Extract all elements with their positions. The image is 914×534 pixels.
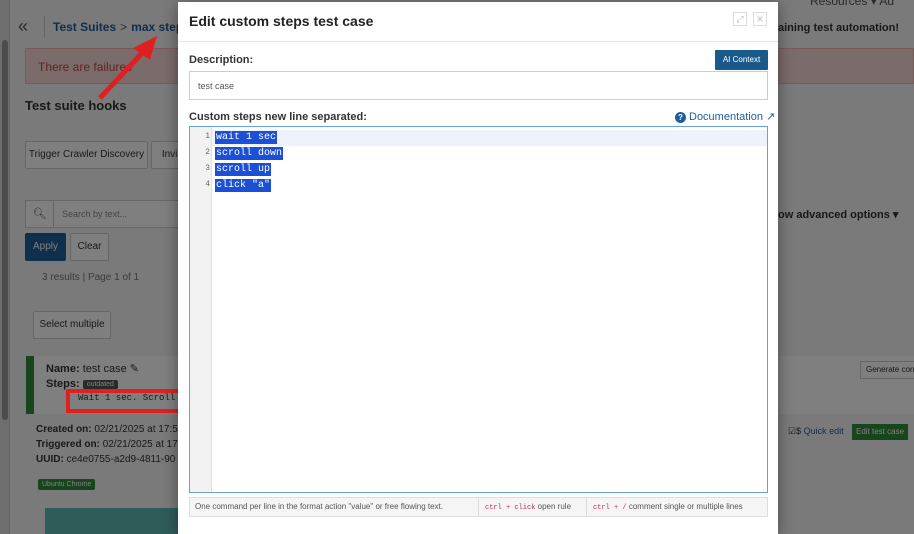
custom-steps-label: Custom steps new line separated: (189, 111, 367, 123)
active-line (212, 130, 767, 146)
hint-ctrl-click: ctrl + click open rule (485, 502, 572, 512)
line-number: 3 (205, 164, 210, 173)
line-number: 2 (205, 148, 210, 157)
close-icon[interactable]: ✕ (753, 12, 767, 26)
documentation-link[interactable]: ? Documentation ↗ (675, 110, 775, 123)
edit-custom-steps-modal: Edit custom steps test case ⤢ ✕ Descript… (178, 2, 778, 534)
external-link-icon: ↗ (766, 111, 776, 123)
description-label: Description: (189, 54, 254, 66)
help-icon: ? (675, 111, 686, 123)
ai-context-button[interactable]: AI Context (715, 50, 768, 70)
editor-hint-bar: One command per line in the format actio… (189, 497, 768, 517)
code-line[interactable]: wait 1 sec (215, 131, 278, 144)
line-gutter: 1 2 3 4 (190, 127, 212, 492)
code-line[interactable]: scroll up (215, 163, 272, 176)
code-line[interactable]: scroll down (215, 147, 284, 160)
steps-editor[interactable]: 1 2 3 4 wait 1 sec scroll down scroll up… (189, 126, 768, 493)
description-input[interactable]: test case (189, 71, 768, 100)
hint-text: One command per line in the format actio… (195, 502, 444, 511)
line-number: 4 (205, 180, 210, 189)
expand-icon[interactable]: ⤢ (733, 12, 747, 26)
modal-header: Edit custom steps test case ⤢ ✕ (178, 2, 778, 42)
modal-title: Edit custom steps test case (189, 13, 374, 29)
code-line[interactable]: click "a" (215, 179, 272, 192)
line-number: 1 (205, 132, 210, 141)
hint-ctrl-slash: ctrl + / comment single or multiple line… (593, 502, 743, 512)
